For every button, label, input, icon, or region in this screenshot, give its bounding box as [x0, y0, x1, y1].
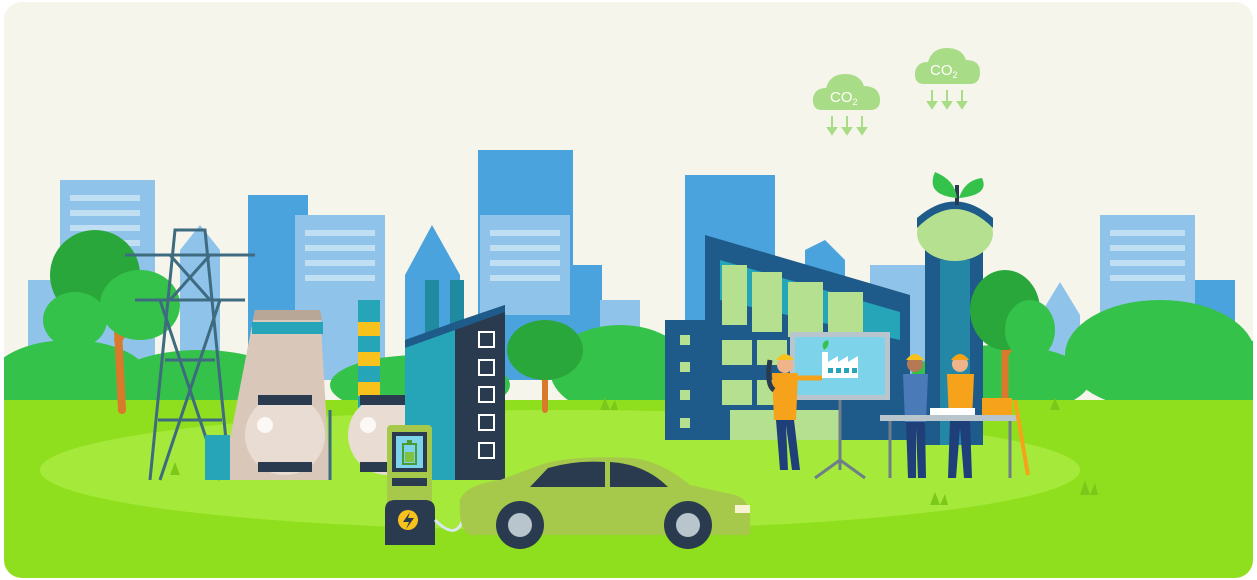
green-energy-city-illustration: CO2 CO2 — [4, 2, 1253, 578]
